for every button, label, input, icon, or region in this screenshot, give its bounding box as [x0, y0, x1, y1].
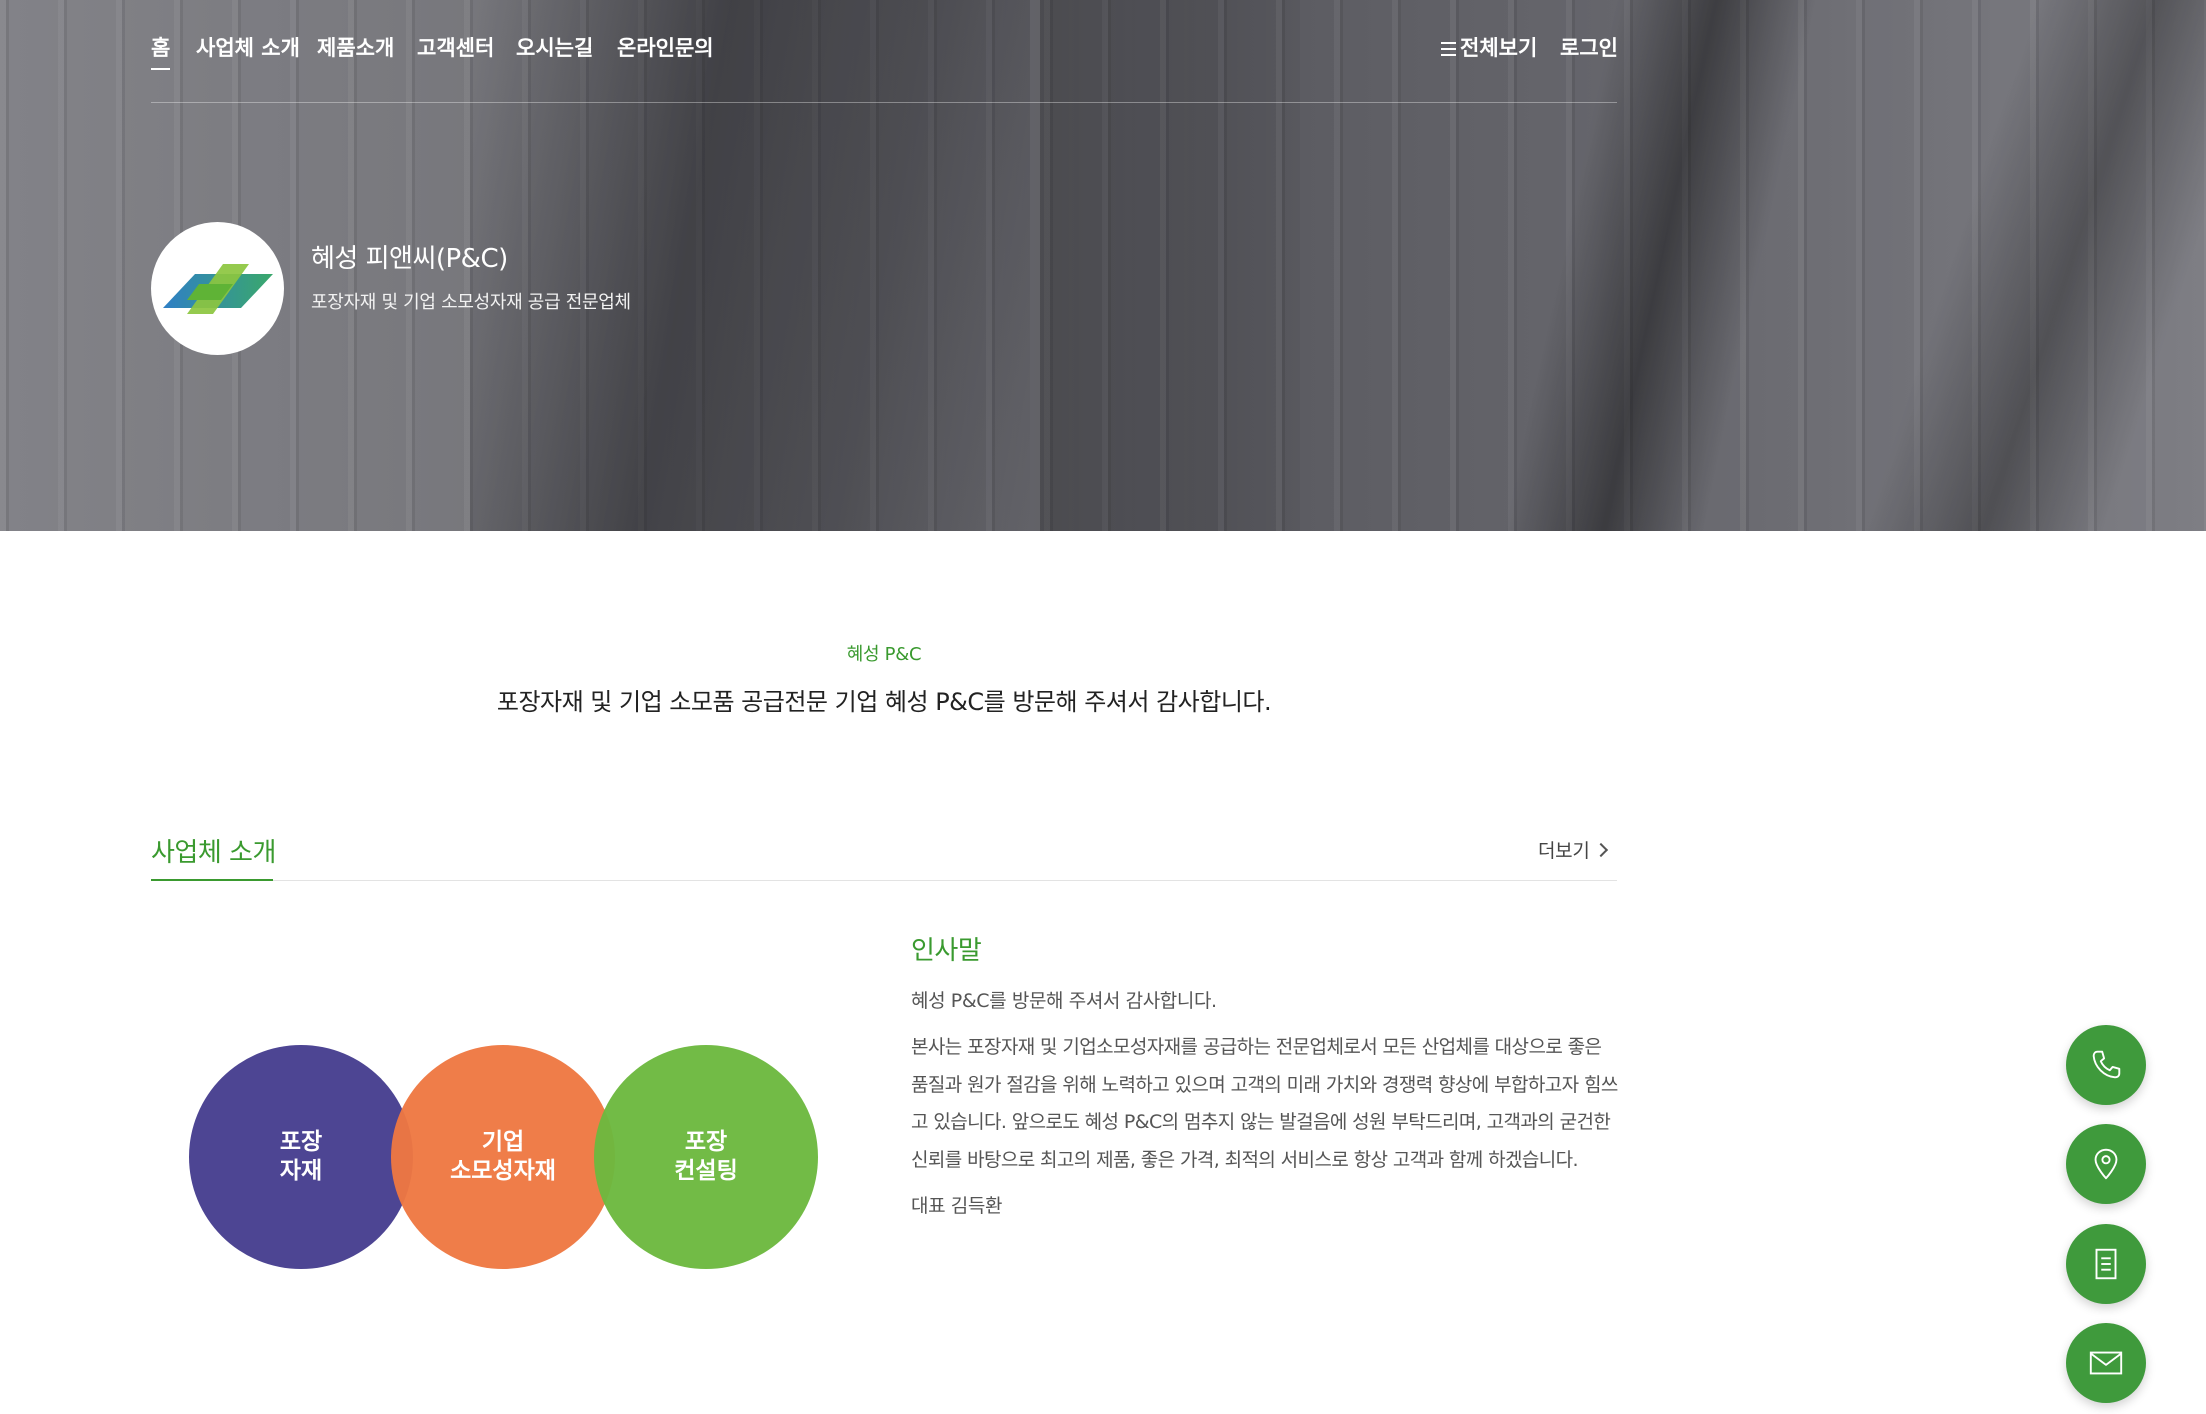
chevron-right-icon [1593, 842, 1608, 858]
section-title-about: 사업체 소개 [151, 838, 276, 868]
welcome-label: 혜성 P&C [846, 644, 922, 665]
greeting-title: 인사말 [911, 936, 982, 966]
hamburger-icon [1441, 42, 1456, 56]
nav-item-directions[interactable]: 오시는길 [516, 32, 593, 62]
company-logo-icon [163, 264, 273, 314]
nav-item-about[interactable]: 사업체 소개 [196, 32, 300, 62]
nav-item-home[interactable]: 홈 [151, 32, 171, 70]
more-label: 더보기 [1538, 840, 1590, 862]
mail-button[interactable] [2066, 1323, 2146, 1403]
nav-item-online-inquiry[interactable]: 온라인문의 [617, 32, 714, 62]
document-button[interactable] [2066, 1224, 2146, 1304]
greeting-body: 본사는 포장자재 및 기업소모성자재를 공급하는 전문업체로서 모든 산업체를 … [911, 1036, 1618, 1171]
greeting-signature: 대표 김득환 [911, 1195, 1003, 1217]
company-name: 혜성 피앤씨(P&C) [311, 244, 508, 274]
call-button[interactable] [2066, 1025, 2146, 1105]
venn-circle-consumables: 기업 소모성자재 [391, 1045, 615, 1269]
company-tagline: 포장자재 및 기업 소모성자재 공급 전문업체 [311, 292, 631, 313]
phone-icon [2092, 1050, 2121, 1079]
nav-divider [151, 102, 1617, 103]
venn-circle-packaging-materials: 포장 자재 [189, 1045, 413, 1269]
location-pin-icon [2094, 1148, 2118, 1180]
top-navigation: 홈 사업체 소개 제품소개 고객센터 오시는길 온라인문의 전체보기 로그인 [151, 28, 1618, 78]
nav-item-products[interactable]: 제품소개 [317, 32, 394, 62]
document-icon [2095, 1248, 2117, 1280]
nav-item-customer-center[interactable]: 고객센터 [417, 32, 494, 62]
company-logo[interactable] [151, 222, 284, 355]
section-divider [151, 880, 1617, 881]
all-menu-button[interactable]: 전체보기 [1441, 32, 1537, 62]
venn-circle-packaging-consulting: 포장 컨설팅 [594, 1045, 818, 1269]
location-button[interactable] [2066, 1124, 2146, 1204]
more-button[interactable]: 더보기 [1538, 836, 1608, 863]
greeting-lead: 혜성 P&C를 방문해 주셔서 감사합니다. [911, 990, 1217, 1012]
welcome-text: 포장자재 및 기업 소모품 공급전문 기업 혜성 P&C를 방문해 주셔서 감사… [496, 688, 1272, 716]
section-title-underline [151, 879, 273, 881]
login-link[interactable]: 로그인 [1560, 32, 1618, 62]
all-menu-label: 전체보기 [1460, 36, 1538, 60]
mail-icon [2089, 1351, 2123, 1375]
